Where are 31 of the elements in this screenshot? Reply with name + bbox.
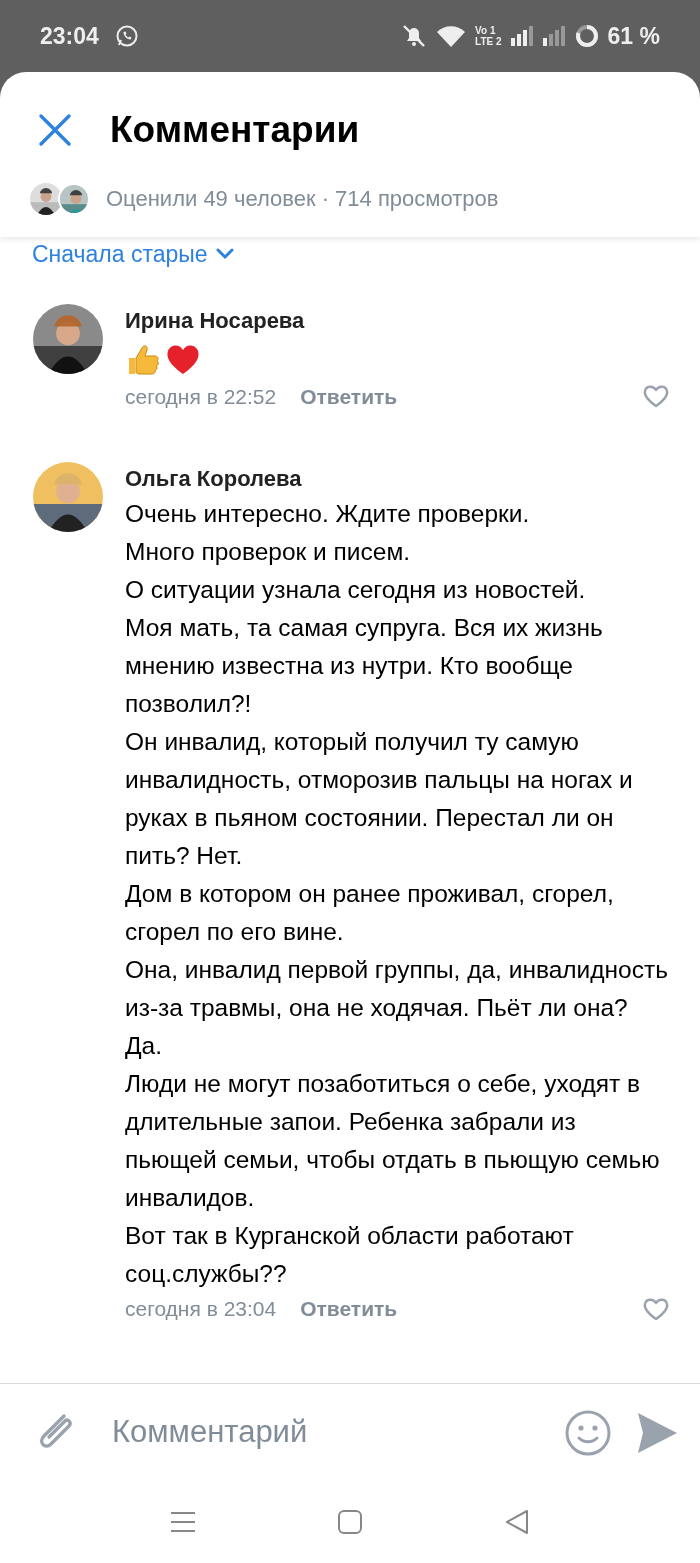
wifi-icon <box>435 24 468 48</box>
comment-author: Ольга Королева <box>125 465 303 493</box>
menu-icon[interactable] <box>170 1510 197 1534</box>
back-triangle-icon[interactable] <box>503 1509 530 1535</box>
reply-link[interactable]: Ответить <box>300 1293 398 1325</box>
send-button[interactable] <box>636 1410 678 1455</box>
network-label: Vo 1 LTE 2 <box>475 25 502 47</box>
home-square-icon[interactable] <box>337 1509 363 1535</box>
signal-icon <box>541 24 566 48</box>
battery-percent: 61 % <box>607 21 660 51</box>
send-icon <box>636 1410 678 1455</box>
reply-link[interactable]: Ответить <box>300 380 398 412</box>
like-button[interactable] <box>642 383 670 410</box>
emoji-button[interactable] <box>564 1408 612 1457</box>
close-button[interactable] <box>38 113 72 147</box>
comment-time: сегодня в 23:04 <box>125 1296 277 1322</box>
signal-icon <box>509 24 534 48</box>
close-icon <box>38 113 72 147</box>
status-time: 23:04 <box>40 21 99 51</box>
battery-ring-icon <box>573 23 600 49</box>
like-button[interactable] <box>642 1295 670 1322</box>
comment-input[interactable]: Комментарий <box>110 1408 564 1457</box>
sheet-title: Комментарии <box>110 108 360 153</box>
chat-bubble-icon <box>114 24 139 48</box>
comment-time: сегодня в 22:52 <box>125 383 277 410</box>
comment-author: Ирина Носарева <box>125 306 306 335</box>
comment-text: Очень интересно. Ждите проверки. Много проверок и писем. О ситуации узнала сегодня из новостей. Моя мать, та самая супруга. Вся их жизнь мнению известна из нутри. Кто вообще позволил?! Он инвалид, который получил ту самую инвалидность, отморозив пальцы на ногах и руках в пьяном состоянии. Перестал ли он пить? Нет. Дом в котором он ранее проживал, сгорел, сгорел по его вине. Она, инвалид первой группы, да, инвалидность из-за травмы, она не ходячая. Пьёт ли она? Да. Люди не могут позаботиться о себе, уходят в длительные запои. Ребенка забрали из пьющей семьи, чтобы отдать в пьющую семью инвалидов. Вот так в Курганской области работают соц.службы?? <box>125 499 669 1289</box>
sort-dropdown[interactable]: Сначала старые <box>32 237 234 272</box>
smiley-icon <box>564 1408 612 1457</box>
stats-text: Оценили 49 человек · 714 просмотров <box>106 185 499 213</box>
chevron-down-icon <box>215 248 234 261</box>
